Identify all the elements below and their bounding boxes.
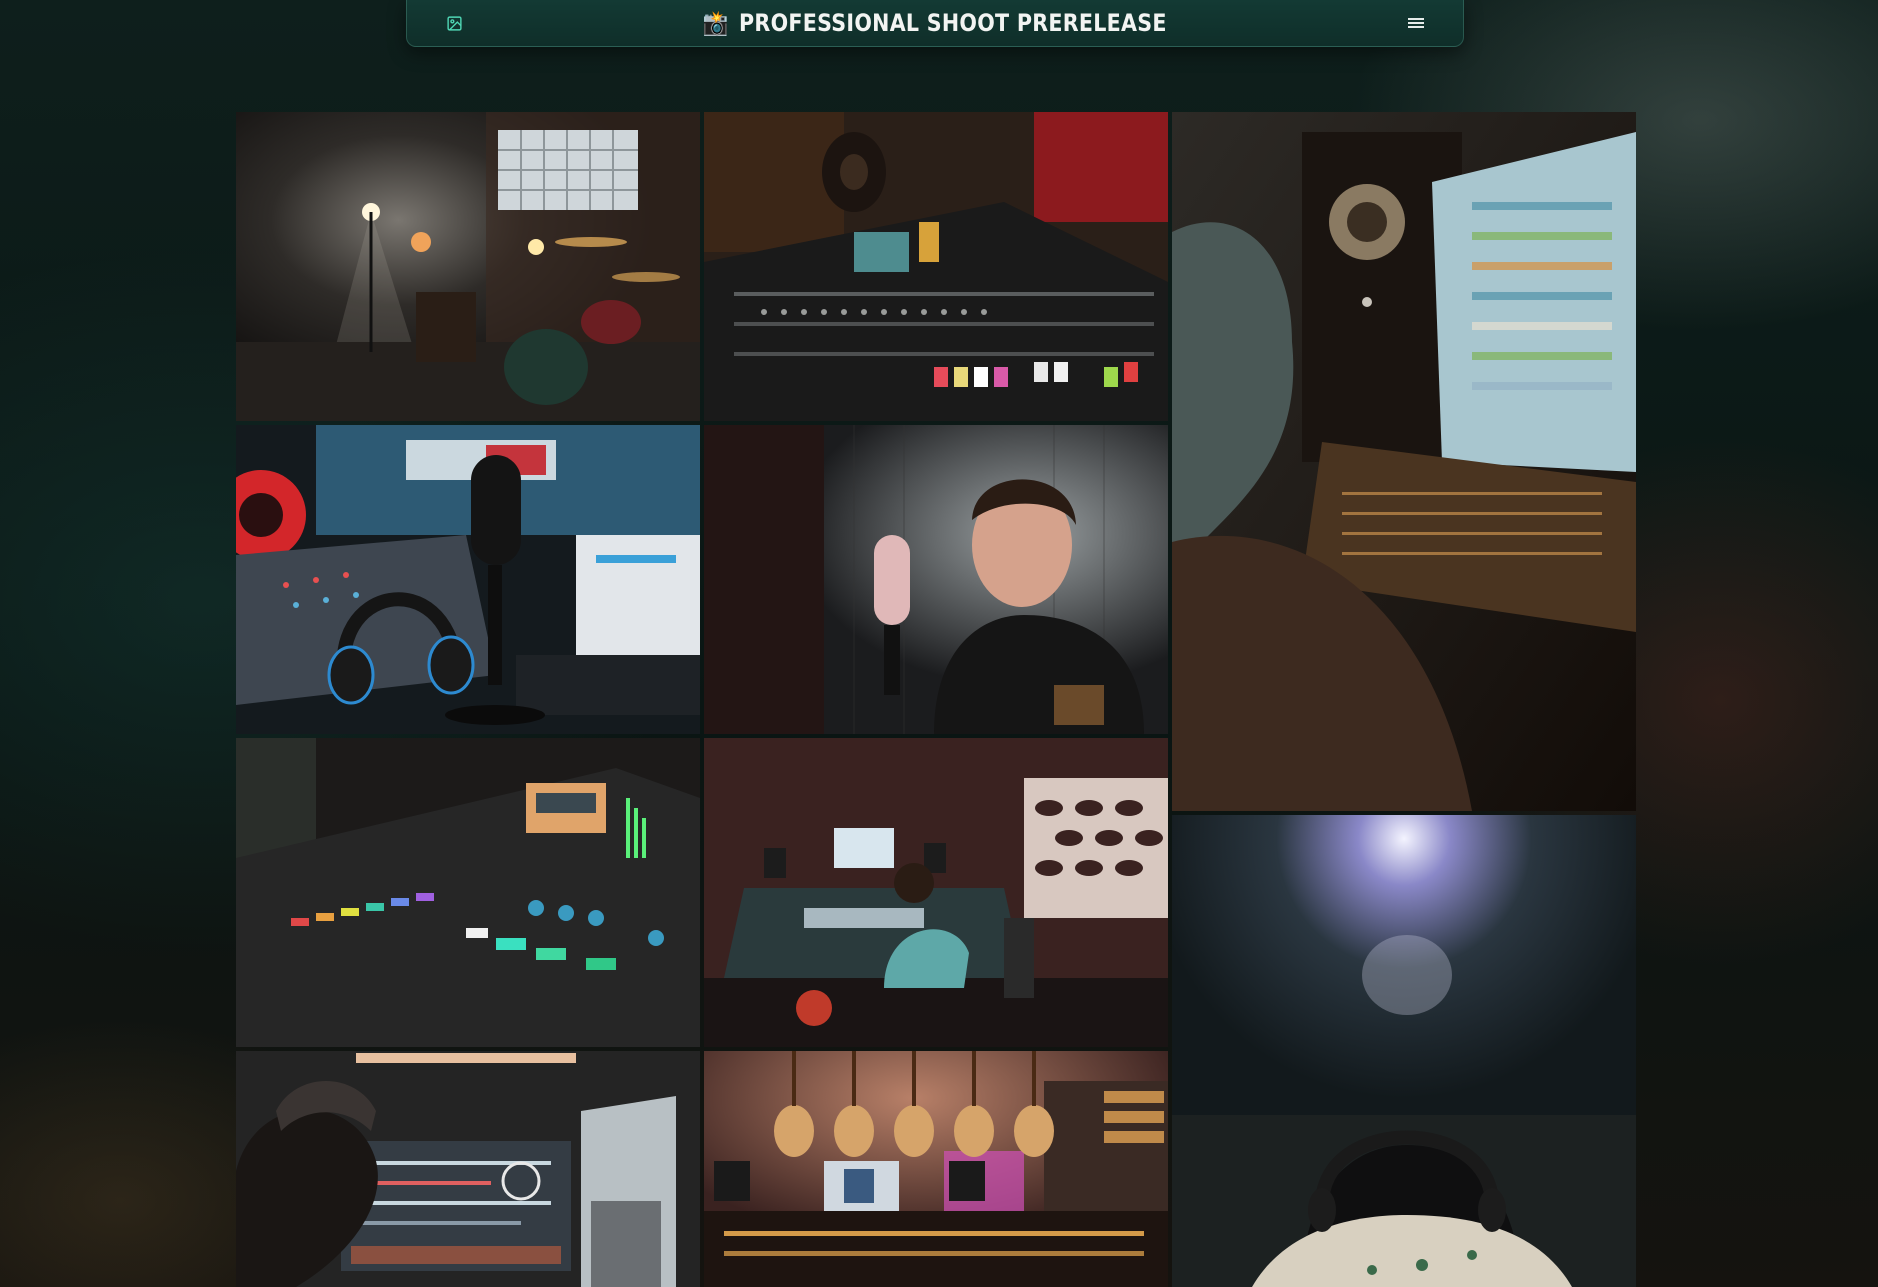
- gallery-button[interactable]: [443, 12, 465, 34]
- drum-room-photo: [236, 112, 700, 421]
- mixing-console-photo: [704, 112, 1168, 421]
- gallery-image-digital-mixer[interactable]: [236, 738, 700, 1047]
- gallery-image-spotlight-headphones[interactable]: [1172, 815, 1636, 1287]
- image-icon: [446, 15, 462, 31]
- gallery-image-producer-daw-monitor[interactable]: [1172, 112, 1636, 811]
- gallery-image-producer-screens[interactable]: [236, 1051, 700, 1287]
- spotlight-headphones-photo: [1172, 815, 1636, 1287]
- photo-gallery: [236, 112, 1636, 1287]
- gallery-image-drum-room[interactable]: [236, 112, 700, 421]
- producer-screens-photo: [236, 1051, 700, 1287]
- page-title-text: PROFESSIONAL SHOOT PRERELEASE: [739, 9, 1167, 37]
- top-navbar: 📸 PROFESSIONAL SHOOT PRERELEASE: [406, 0, 1464, 47]
- page-title: 📸 PROFESSIONAL SHOOT PRERELEASE: [703, 9, 1167, 37]
- guitar-wall-studio-photo: [704, 1051, 1168, 1287]
- podcast-mic-headphones-photo: [236, 425, 700, 734]
- gallery-image-podcast-mic-headphones[interactable]: [236, 425, 700, 734]
- gallery-image-mixing-console[interactable]: [704, 112, 1168, 421]
- gallery-image-studio-engineer[interactable]: [704, 738, 1168, 1047]
- gallery-image-vocalist-mic[interactable]: [704, 425, 1168, 734]
- camera-icon: 📸: [703, 9, 729, 37]
- gallery-image-guitar-wall-studio[interactable]: [704, 1051, 1168, 1287]
- menu-icon: [1408, 18, 1424, 28]
- menu-button[interactable]: [1405, 12, 1427, 34]
- vocalist-mic-photo: [704, 425, 1168, 734]
- producer-daw-monitor-photo: [1172, 112, 1636, 811]
- digital-mixer-photo: [236, 738, 700, 1047]
- studio-engineer-photo: [704, 738, 1168, 1047]
